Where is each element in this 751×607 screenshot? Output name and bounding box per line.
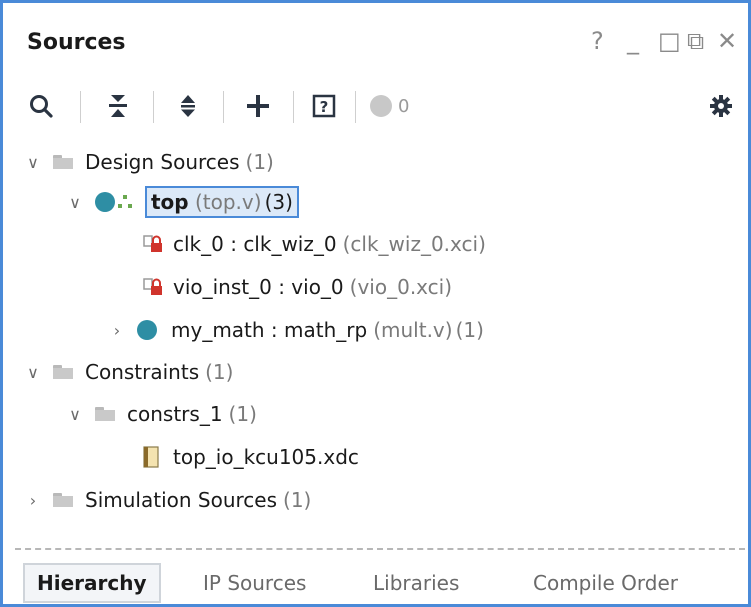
locked-ip-icon: [143, 278, 162, 295]
tree-item-label: constrs_1: [127, 402, 223, 426]
chevron-right-icon[interactable]: ›: [23, 491, 43, 510]
constraint-file-icon: [143, 446, 159, 468]
toolbar-separator: [80, 91, 81, 123]
folder-icon: [53, 493, 73, 507]
toolbar: ? 0: [3, 79, 748, 135]
module-dot-icon: [95, 192, 115, 212]
expand-icon[interactable]: [173, 87, 203, 125]
tree-item-label: vio_inst_0 : vio_0: [173, 275, 344, 299]
tree-item-count: (1): [283, 488, 312, 512]
tree-item-constrs-1[interactable]: ∨ constrs_1 (1): [65, 395, 257, 433]
folder-icon: [53, 365, 73, 379]
hierarchy-icon: [118, 195, 132, 208]
folder-icon: [95, 407, 115, 421]
chevron-down-icon[interactable]: ∨: [65, 193, 85, 212]
minimize-icon[interactable]: _: [627, 29, 639, 53]
float-icon[interactable]: ⧉: [687, 29, 704, 53]
tree-item-simulation[interactable]: › Simulation Sources (1): [23, 481, 312, 519]
gear-icon[interactable]: [707, 87, 735, 125]
search-icon[interactable]: [25, 87, 57, 125]
svg-text:?: ?: [320, 98, 329, 116]
tree-item-label: top_io_kcu105.xdc: [173, 445, 359, 469]
toolbar-separator: [293, 91, 294, 123]
tree-item-label: my_math : math_rp: [171, 318, 368, 342]
tree-item-count: (1): [455, 318, 484, 342]
tree-item-label: Design Sources: [85, 150, 240, 174]
tree-item-vio[interactable]: vio_inst_0 : vio_0 (vio_0.xci): [143, 268, 452, 306]
tree-item-label: clk_0 : clk_wiz_0: [173, 232, 337, 256]
toolbar-separator: [355, 91, 356, 123]
maximize-icon[interactable]: □: [658, 29, 681, 53]
tree-item-count: (1): [228, 402, 257, 426]
add-icon[interactable]: [241, 87, 275, 125]
toolbar-separator: [153, 91, 154, 123]
status-count: 0: [398, 95, 410, 117]
tree-item-label: Constraints: [85, 360, 200, 384]
status-dot-icon: [370, 95, 392, 117]
tab-bar: Hierarchy IP Sources Libraries Compile O…: [3, 559, 748, 604]
tab-ip-sources[interactable]: IP Sources: [203, 567, 306, 599]
tree-item-count: (1): [245, 150, 274, 174]
tree-item-my-math[interactable]: › my_math : math_rp (mult.v) (1): [107, 311, 484, 349]
tree-item-file: (clk_wiz_0.xci): [342, 232, 486, 256]
selected-item[interactable]: top (top.v) (3): [145, 186, 299, 218]
close-icon[interactable]: ✕: [717, 29, 737, 53]
chevron-down-icon[interactable]: ∨: [23, 363, 43, 382]
tree-item-design-sources[interactable]: ∨ Design Sources (1): [23, 143, 274, 181]
tree-item-file: (top.v): [194, 190, 262, 214]
tab-compile-order[interactable]: Compile Order: [533, 567, 678, 599]
tree-item-top[interactable]: ∨ top (top.v) (3): [65, 183, 299, 221]
tab-libraries[interactable]: Libraries: [373, 567, 459, 599]
chevron-down-icon[interactable]: ∨: [23, 153, 43, 172]
chevron-right-icon[interactable]: ›: [107, 321, 127, 340]
toolbar-separator: [223, 91, 224, 123]
collapse-all-icon[interactable]: [103, 87, 133, 125]
tree-item-clk[interactable]: clk_0 : clk_wiz_0 (clk_wiz_0.xci): [143, 225, 486, 263]
sources-panel: Sources ? _ □ ⧉ ✕ ? 0 ∨ Design Sources (…: [0, 0, 751, 607]
panel-title: Sources: [27, 30, 126, 55]
tab-hierarchy[interactable]: Hierarchy: [23, 563, 161, 603]
tree-item-constraints[interactable]: ∨ Constraints (1): [23, 353, 233, 391]
module-dot-icon: [137, 320, 157, 340]
tree-item-xdc[interactable]: top_io_kcu105.xdc: [143, 438, 359, 476]
locked-ip-icon: [143, 235, 162, 252]
help-icon[interactable]: ?: [308, 87, 340, 125]
tree-item-file: (vio_0.xci): [349, 275, 453, 299]
chevron-down-icon[interactable]: ∨: [65, 405, 85, 424]
divider: [15, 548, 745, 550]
tree-item-count: (3): [264, 190, 293, 214]
tree-item-label: Simulation Sources: [85, 488, 278, 512]
status-indicator[interactable]: 0: [370, 87, 428, 125]
tree-item-count: (1): [205, 360, 234, 384]
tree-item-file: (mult.v): [373, 318, 453, 342]
title-bar: Sources ? _ □ ⧉ ✕: [3, 3, 748, 79]
folder-icon: [53, 155, 73, 169]
tree-item-label: top: [151, 190, 189, 214]
help-icon[interactable]: ?: [591, 29, 604, 53]
